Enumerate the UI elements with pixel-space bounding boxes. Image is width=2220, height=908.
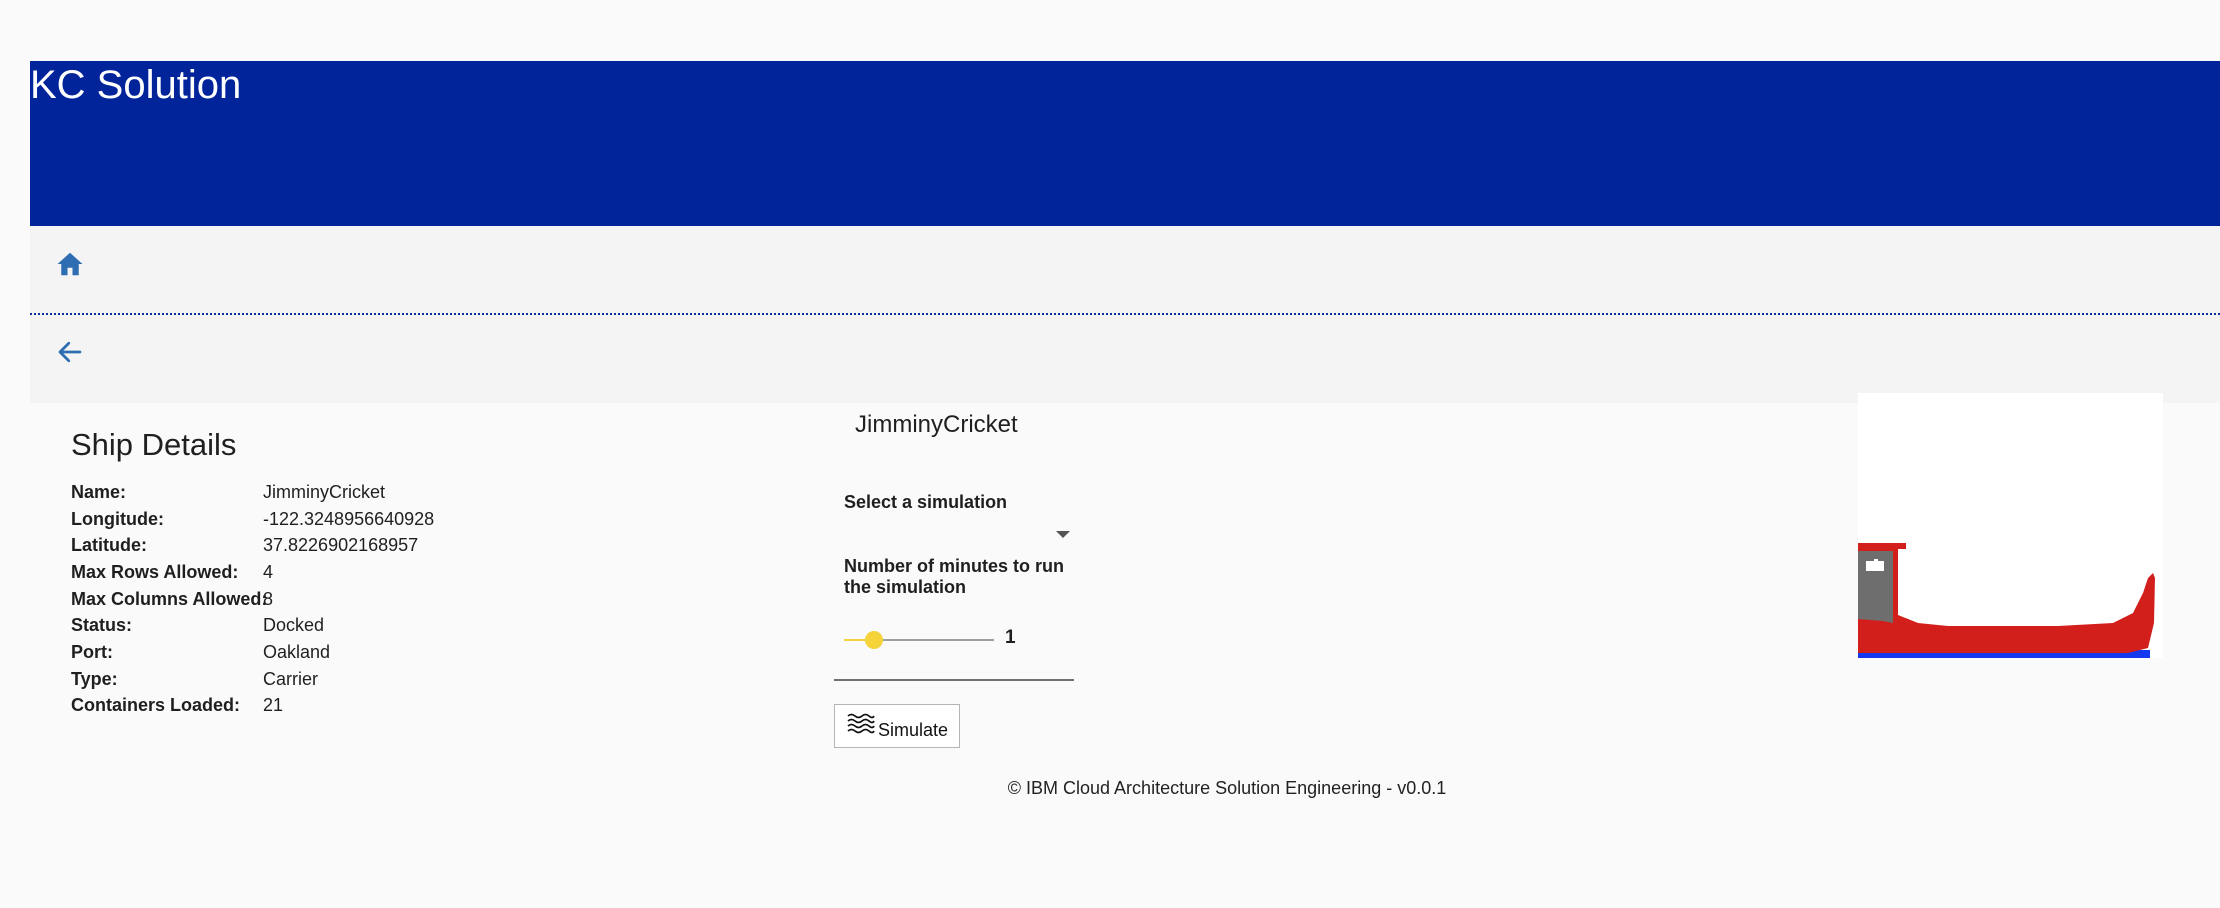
detail-value: Carrier	[263, 668, 319, 689]
detail-label: Containers Loaded:	[71, 695, 241, 716]
detail-label: Port:	[71, 641, 113, 662]
ship-details-title: Ship Details	[71, 427, 237, 462]
detail-value: 4	[263, 561, 274, 582]
waves-icon	[847, 713, 875, 734]
detail-row-latitude: Latitude: 37.8226902168957	[71, 532, 771, 559]
simulate-button[interactable]: Simulate	[834, 704, 960, 748]
footer: © IBM Cloud Architecture Solution Engine…	[1007, 778, 1447, 798]
form-divider	[834, 679, 1074, 681]
detail-label: Max Rows Allowed:	[71, 561, 239, 582]
arrow-left-icon[interactable]	[55, 337, 85, 367]
simulate-button-label: Simulate	[878, 720, 949, 740]
detail-label: Type:	[71, 668, 118, 689]
detail-label: Longitude:	[71, 508, 164, 529]
detail-value: -122.3248956640928	[263, 508, 435, 529]
ship-hull	[1858, 543, 2155, 653]
detail-value: 8	[263, 588, 274, 609]
home-icon[interactable]	[55, 249, 85, 279]
ship-image	[1858, 393, 2163, 658]
minutes-label: Number of minutes to run the simulation	[844, 556, 1064, 597]
detail-label: Name:	[71, 481, 127, 502]
app-title: KC Solution	[30, 63, 242, 107]
detail-row-status: Status: Docked	[71, 612, 771, 639]
detail-value: 37.8226902168957	[263, 535, 419, 556]
detail-label: Latitude:	[71, 535, 147, 556]
slider-thumb[interactable]	[865, 631, 883, 649]
detail-value: JimminyCricket	[263, 481, 386, 502]
caret-down-icon	[1056, 531, 1070, 538]
ship-name-heading: JimminyCricket	[855, 411, 1018, 438]
ship-illustration	[1858, 543, 2155, 658]
detail-value: Oakland	[263, 641, 331, 662]
minutes-value: 1	[1005, 627, 1016, 648]
simulation-select-label: Select a simulation	[844, 492, 1008, 512]
ship-details-panel: Ship Details Name: JimminyCricket Longit…	[71, 425, 771, 719]
simulation-select[interactable]	[844, 522, 1070, 548]
detail-value: 21	[263, 695, 284, 716]
detail-row-containers-loaded: Containers Loaded: 21	[71, 693, 771, 720]
home-nav-bar	[30, 226, 2220, 315]
detail-row-name: Name: JimminyCricket	[71, 479, 771, 506]
back-nav-bar	[30, 315, 2220, 403]
detail-row-longitude: Longitude: -122.3248956640928	[71, 506, 771, 533]
detail-label: Status:	[71, 615, 133, 636]
app-header: KC Solution	[30, 61, 2220, 226]
detail-row-type: Type: Carrier	[71, 666, 771, 693]
minutes-slider[interactable]	[844, 628, 994, 652]
detail-row-port: Port: Oakland	[71, 639, 771, 666]
detail-row-max-rows: Max Rows Allowed: 4	[71, 559, 771, 586]
cabin-window-small	[1874, 559, 1878, 563]
detail-row-max-columns: Max Columns Allowed: 8	[71, 586, 771, 613]
detail-value: Docked	[263, 615, 325, 636]
detail-label: Max Columns Allowed:	[71, 588, 268, 609]
